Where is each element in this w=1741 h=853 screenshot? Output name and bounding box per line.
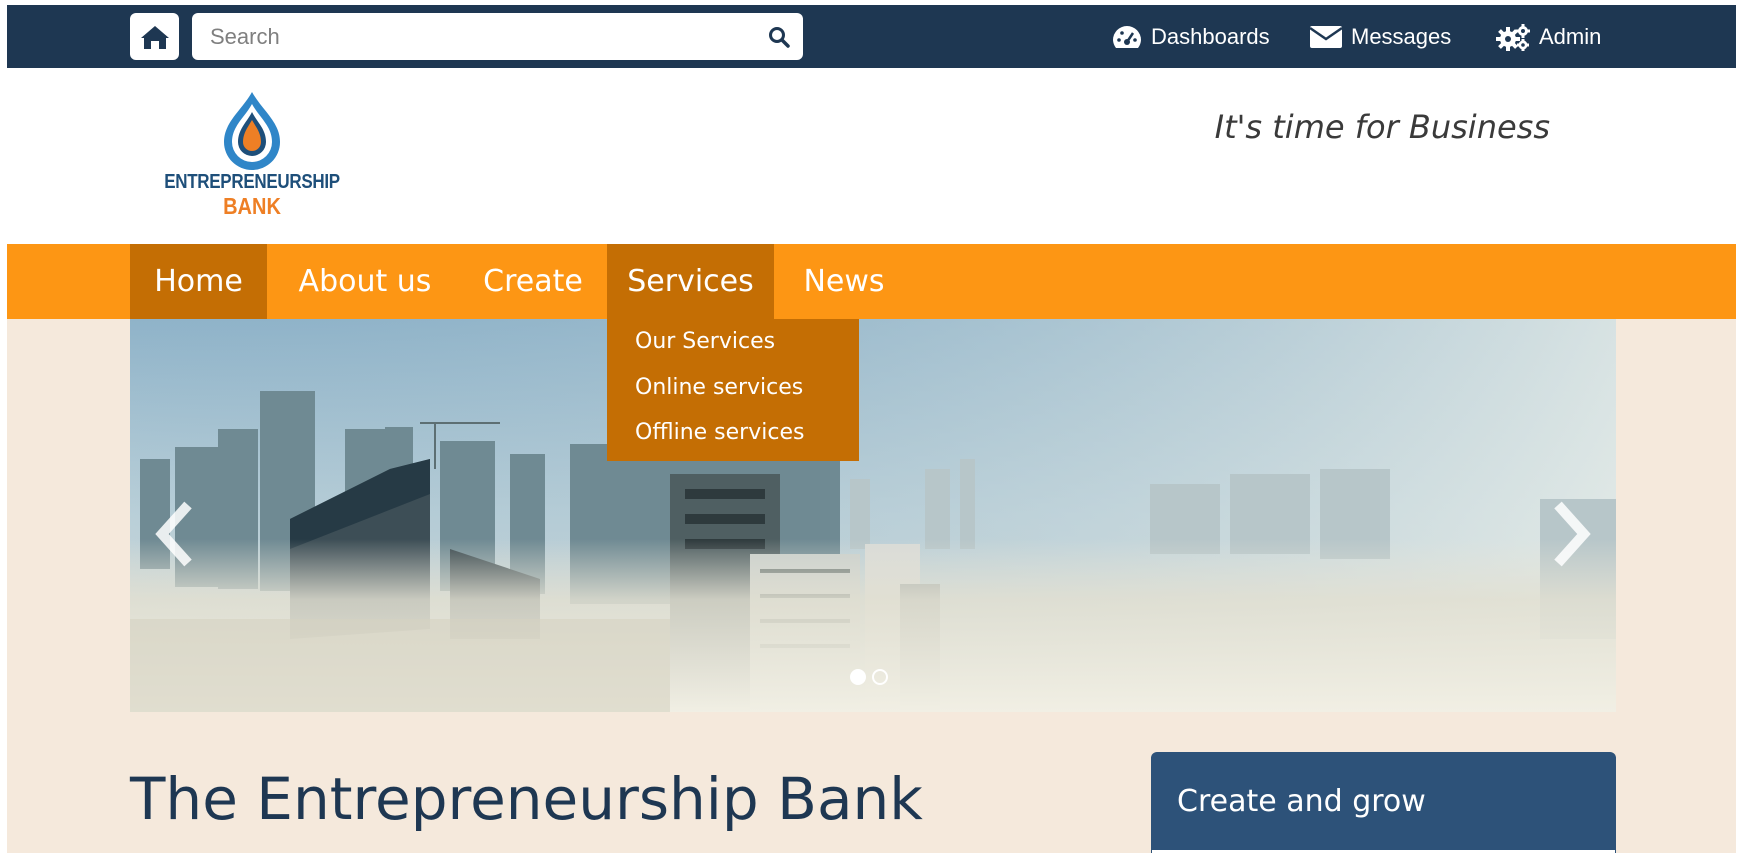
- logo-text-line1: ENTREPRENEURSHIP: [164, 170, 340, 193]
- nav-item-about-us[interactable]: About us: [285, 244, 445, 319]
- admin-link[interactable]: Admin: [1495, 5, 1601, 68]
- dropdown-item-online-services[interactable]: Online services: [635, 375, 803, 400]
- nav-item-news[interactable]: News: [794, 244, 894, 319]
- nav-item-services[interactable]: Services: [607, 244, 774, 319]
- envelope-icon: [1309, 25, 1343, 48]
- bank-logo[interactable]: ENTREPRENEURSHIP BANK: [162, 90, 342, 220]
- dashboards-link[interactable]: Dashboards: [1111, 5, 1270, 68]
- messages-label: Messages: [1351, 23, 1452, 49]
- nav-item-create[interactable]: Create: [470, 244, 596, 319]
- drop-logo-icon: [224, 92, 280, 170]
- home-button[interactable]: [130, 13, 179, 60]
- page-title: The Entrepreneurship Bank: [130, 765, 923, 833]
- search-icon[interactable]: [767, 25, 791, 49]
- create-grow-panel: Create and grow: [1151, 752, 1616, 853]
- city-fog-image: [130, 319, 1616, 712]
- home-icon: [140, 25, 169, 49]
- site-header: ENTREPRENEURSHIP BANK It's time for Busi…: [7, 68, 1736, 244]
- nav-item-home[interactable]: Home: [130, 244, 267, 319]
- chevron-right-icon[interactable]: [1546, 499, 1596, 569]
- search-input[interactable]: [192, 13, 752, 60]
- search-box: [192, 13, 803, 60]
- logo-text-line2: BANK: [223, 194, 281, 220]
- carousel-dot-1[interactable]: [850, 669, 866, 685]
- chevron-left-icon[interactable]: [150, 499, 200, 569]
- dashboard-gauge-icon: [1113, 25, 1141, 48]
- carousel-indicators: [850, 669, 888, 685]
- panel-title: Create and grow: [1177, 784, 1426, 819]
- admin-label: Admin: [1539, 23, 1602, 49]
- dropdown-item-our-services[interactable]: Our Services: [635, 329, 775, 354]
- hero-carousel: [130, 319, 1616, 712]
- dashboards-label: Dashboards: [1151, 23, 1270, 49]
- panel-body: [1151, 849, 1616, 853]
- gears-icon: [1496, 23, 1530, 51]
- top-bar: Dashboards Messages: [7, 5, 1736, 68]
- main-nav: Home About us Create Services News: [7, 244, 1736, 319]
- dropdown-item-offline-services[interactable]: Offline services: [635, 420, 804, 445]
- messages-link[interactable]: Messages: [1309, 5, 1451, 68]
- page: Dashboards Messages: [7, 5, 1736, 853]
- tagline: It's time for Business: [1214, 108, 1550, 146]
- services-dropdown: Our Services Online services Offline ser…: [607, 319, 859, 461]
- carousel-dot-2[interactable]: [872, 669, 888, 685]
